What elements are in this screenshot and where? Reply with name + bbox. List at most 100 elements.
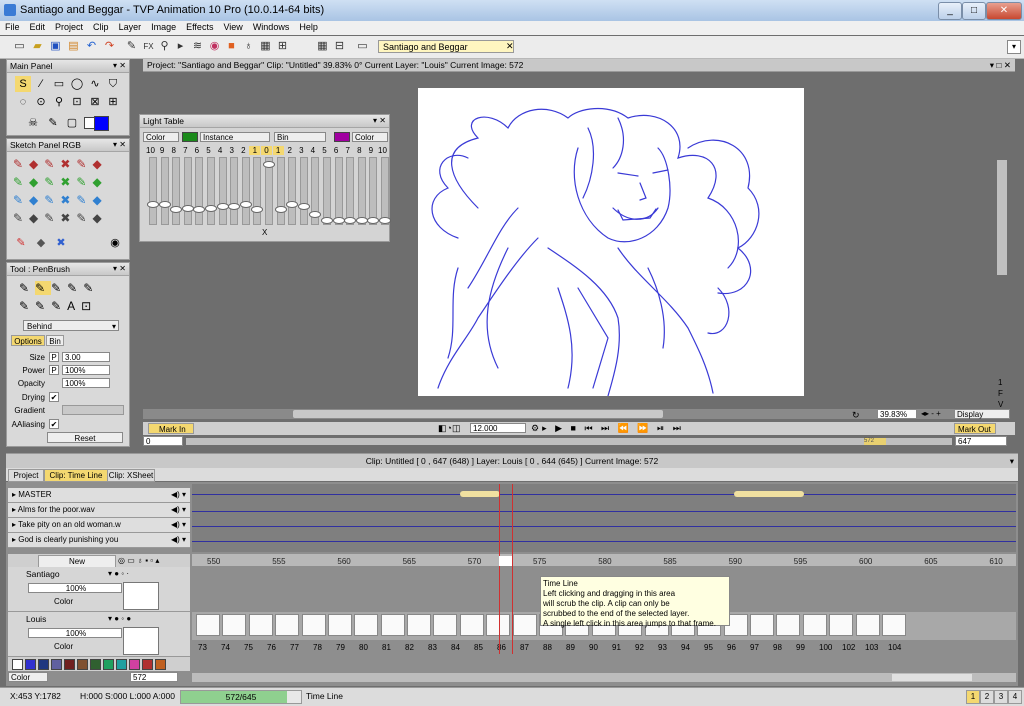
frame-number-field[interactable]: 572	[130, 672, 178, 682]
light-table-slider-knob[interactable]	[228, 202, 241, 210]
tool-brushes-grid[interactable]: ✎✎✎✎✎ ✎✎✎A⊡	[19, 279, 123, 315]
track-expand-icon[interactable]: ▸	[8, 490, 16, 499]
power-field[interactable]: 100%	[62, 365, 110, 375]
light-table-slider-knob[interactable]	[297, 202, 310, 210]
frame-thumbnail[interactable]	[196, 614, 220, 636]
page-2-button[interactable]: 2	[980, 690, 994, 704]
light-table-slider[interactable]	[332, 157, 345, 225]
eye-icon[interactable]: ◉	[107, 235, 123, 251]
light-table-slider[interactable]	[286, 157, 299, 225]
aaliasing-checkbox[interactable]: ✔	[49, 419, 59, 429]
frame-thumbnail[interactable]	[222, 614, 247, 636]
curve-tool-icon[interactable]: ∿	[87, 76, 103, 92]
light-table-slider-knob[interactable]	[170, 206, 183, 214]
transform-tool-icon[interactable]: ⊠	[87, 94, 103, 110]
gradient-slider[interactable]	[62, 405, 124, 415]
fg-color-swatch[interactable]	[94, 116, 109, 131]
sketch-eraser-icon[interactable]: ◆	[33, 235, 49, 251]
redo-icon[interactable]: ↷	[102, 39, 117, 54]
layer-color-swatch[interactable]	[64, 659, 75, 670]
tab-project[interactable]: Project	[8, 469, 44, 482]
light-table-slider-knob[interactable]	[205, 204, 217, 212]
menu-view[interactable]: View	[218, 21, 247, 33]
frame-thumbnail[interactable]	[855, 614, 880, 636]
tab-bin[interactable]: Bin	[46, 335, 64, 346]
size-field[interactable]: 3.00	[62, 352, 110, 362]
drawing-canvas[interactable]	[418, 88, 804, 397]
light-table-slider-knob[interactable]	[379, 216, 391, 224]
light-table-slider-knob[interactable]	[239, 201, 252, 209]
panel-close-icon[interactable]: ▾ ✕	[113, 60, 126, 72]
track-expand-icon[interactable]: ▸	[8, 535, 16, 544]
current-frame-marker[interactable]: 572	[864, 438, 886, 445]
frame-thumbnail[interactable]	[776, 614, 801, 636]
frame-thumbnail[interactable]	[301, 614, 326, 636]
light-table-slider[interactable]	[193, 157, 206, 225]
white-swatch-icon[interactable]: ▢	[64, 115, 80, 131]
frame-thumbnail[interactable]	[512, 614, 537, 636]
layer-color-swatch[interactable]	[155, 659, 166, 670]
power-p-toggle[interactable]: P	[49, 365, 59, 375]
start-frame-field[interactable]: 0	[143, 436, 183, 446]
lightbulb-icon[interactable]: ♁	[241, 39, 256, 54]
canvas-h-scroll-thumb[interactable]	[293, 410, 663, 418]
layer-color-swatch[interactable]	[129, 659, 140, 670]
light-table-slider-knob[interactable]	[193, 206, 206, 214]
frame-thumbnail[interactable]	[275, 614, 300, 636]
light-table-slider-knob[interactable]	[344, 216, 357, 224]
light-table-slider[interactable]	[181, 157, 194, 225]
frame-thumbnail[interactable]	[248, 614, 273, 636]
light-table-slider[interactable]	[355, 157, 368, 225]
light-table-slider[interactable]	[344, 157, 357, 225]
brush-mode-select[interactable]: Behind ▾	[23, 320, 119, 331]
playback-mode-icons[interactable]: ◧◔◫	[438, 423, 460, 434]
transport-controls[interactable]: ⚙▸ ▶ ■ ⏮ ⏭ ⏪ ⏩ ⏯ ⏭	[531, 423, 684, 434]
menu-clip[interactable]: Clip	[88, 21, 114, 33]
close-button[interactable]: ✕	[986, 2, 1022, 20]
line-tool-icon[interactable]: ∕	[33, 76, 49, 92]
track-expand-icon[interactable]: ▸	[8, 505, 16, 514]
fx-icon[interactable]: FX	[141, 39, 156, 54]
tool-close-icon[interactable]: ▾ ✕	[113, 263, 126, 275]
ellipse-tool-icon[interactable]: ◯	[69, 76, 85, 92]
light-table-slider[interactable]	[147, 157, 159, 225]
frame-thumbnail[interactable]	[354, 614, 379, 636]
table-icon[interactable]: ▦	[315, 39, 330, 54]
menu-edit[interactable]: Edit	[25, 21, 51, 33]
size-p-toggle[interactable]: P	[49, 352, 59, 362]
light-table-slider[interactable]	[367, 157, 380, 225]
light-table-slider-knob[interactable]	[332, 216, 345, 224]
reset-button[interactable]: Reset	[47, 432, 123, 443]
layer-santiago-opacity[interactable]: 100%	[28, 583, 122, 593]
frame-thumbnail[interactable]	[459, 614, 484, 636]
light-table-slider-knob[interactable]	[216, 202, 229, 210]
layer-header-icons[interactable]: ◎ ▭ ♁ ▪ ▫ ▴	[118, 554, 159, 568]
warp-tool-icon[interactable]: ⊞	[105, 94, 121, 110]
sound-track-master[interactable]: ▸ MASTER ◀) ▾	[8, 488, 190, 503]
sketch-pencil-icon[interactable]: ✎	[13, 235, 29, 251]
layer-color-swatch[interactable]	[25, 659, 36, 670]
speaker-icon[interactable]: ◀) ▾	[171, 533, 186, 547]
layer-color-swatch[interactable]	[90, 659, 101, 670]
frame-thumbnail[interactable]	[433, 614, 458, 636]
lasso-tool-icon[interactable]: ◌	[15, 94, 31, 110]
close-clip-icon[interactable]: ✕	[506, 41, 514, 52]
drying-checkbox[interactable]: ✔	[49, 392, 59, 402]
layer-color-swatch[interactable]	[142, 659, 153, 670]
zoom-arrows-icon[interactable]: ◂▸ - +	[921, 409, 941, 418]
light-table-slider-knob[interactable]	[274, 206, 287, 214]
sound-track-3[interactable]: ▸ God is clearly punishing you ◀) ▾	[8, 533, 190, 548]
tab-options[interactable]: Options	[11, 335, 45, 346]
menu-file[interactable]: File	[0, 21, 25, 33]
light-table-slider[interactable]	[274, 157, 287, 225]
display-select[interactable]: Display	[954, 409, 1010, 419]
light-table-slider[interactable]	[205, 157, 217, 225]
page-3-button[interactable]: 3	[994, 690, 1008, 704]
export-icon[interactable]: ▤	[66, 39, 81, 54]
light-table-slider-knob[interactable]	[147, 201, 159, 209]
page-4-button[interactable]: 4	[1008, 690, 1022, 704]
frame-scrub-bar[interactable]: 572	[186, 438, 952, 445]
tab-clip-timeline[interactable]: Clip: Time Line	[44, 469, 108, 482]
timeline-dropdown-icon[interactable]: ▾	[1010, 454, 1014, 468]
crop-tool-icon[interactable]: ⊡	[69, 94, 85, 110]
